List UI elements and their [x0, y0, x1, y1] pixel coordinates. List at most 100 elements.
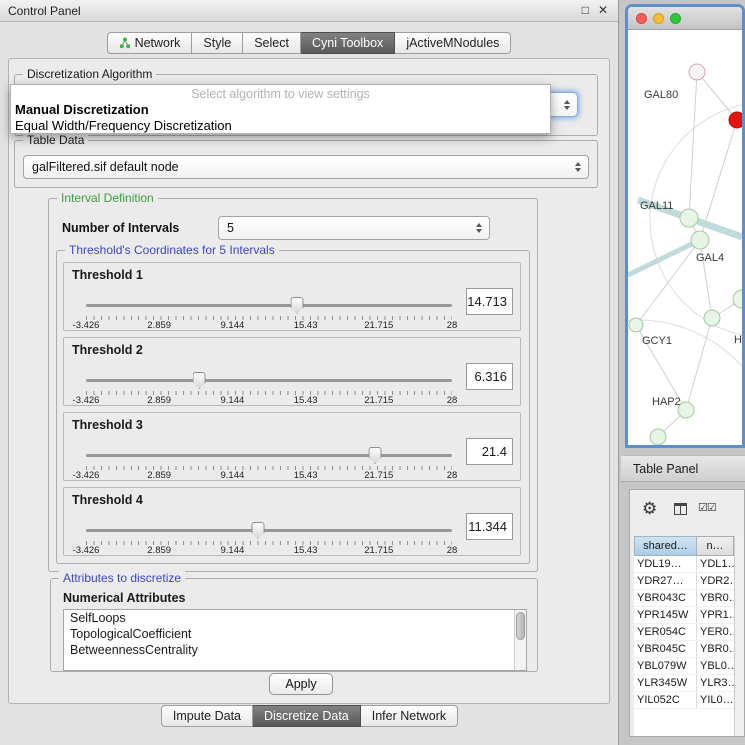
- tick-label: -3.426: [73, 320, 100, 331]
- threshold-value-field[interactable]: 6.316: [466, 363, 513, 390]
- table-row[interactable]: YER054CYER0…: [634, 624, 734, 641]
- tick-label: 21.715: [364, 470, 393, 481]
- attributes-group-label: Attributes to discretize: [59, 571, 185, 585]
- tick-label: 15.43: [294, 320, 318, 331]
- dropdown-item-equal-width-frequency[interactable]: Equal Width/Frequency Discretization: [11, 118, 550, 134]
- thresholds-group-label: Threshold's Coordinates for 5 Intervals: [65, 243, 279, 257]
- node[interactable]: [733, 290, 742, 308]
- table-row[interactable]: YBL079WYBL0…: [634, 658, 734, 675]
- selected-node[interactable]: [729, 112, 742, 128]
- tab-jactivemnodules[interactable]: jActiveMNodules: [395, 32, 511, 54]
- dropdown-item-manual-discretization[interactable]: Manual Discretization: [11, 102, 550, 118]
- tab-style[interactable]: Style: [192, 32, 243, 54]
- close-traffic-light[interactable]: [636, 13, 647, 24]
- threshold-slider[interactable]: [86, 297, 452, 314]
- edge[interactable]: [700, 120, 737, 240]
- table-row[interactable]: YPR145WYPR1…: [634, 607, 734, 624]
- threshold-label: Threshold 2: [72, 343, 143, 357]
- columns-icon[interactable]: [674, 503, 687, 515]
- network-view-window: GAL80 GAL11 GAL4 GCY1 HAP2 H: [625, 4, 745, 448]
- thick-edge[interactable]: [628, 240, 700, 275]
- number-of-intervals-select[interactable]: 5: [218, 216, 490, 240]
- table-row[interactable]: YDR27…YDR2…: [634, 573, 734, 590]
- window-title: Control Panel: [8, 4, 81, 18]
- tab-select[interactable]: Select: [243, 32, 301, 54]
- slider-thumb[interactable]: [252, 522, 265, 539]
- network-canvas[interactable]: GAL80 GAL11 GAL4 GCY1 HAP2 H: [628, 30, 742, 445]
- node[interactable]: [650, 429, 666, 445]
- edge[interactable]: [636, 240, 700, 325]
- tab-infer-network-label: Infer Network: [372, 709, 446, 723]
- top-tab-bar: Network Style Select Cyni Toolbox jActiv…: [0, 32, 618, 54]
- node-label: GAL4: [696, 252, 724, 264]
- threshold-slider[interactable]: [86, 372, 452, 389]
- edge[interactable]: [689, 72, 697, 218]
- gear-icon[interactable]: ⚙: [642, 500, 657, 517]
- select-columns-icon[interactable]: ☑☑: [698, 501, 716, 514]
- table-data-selected-value: galFiltered.sif default node: [32, 156, 179, 178]
- node-label: GAL11: [640, 200, 673, 212]
- tab-network[interactable]: Network: [107, 32, 193, 54]
- tab-discretize-data[interactable]: Discretize Data: [253, 705, 361, 727]
- control-panel-window: Control Panel □ ✕ Network Style Se: [0, 0, 619, 745]
- tab-infer-network[interactable]: Infer Network: [361, 705, 458, 727]
- list-item[interactable]: TopologicalCoefficient: [64, 626, 526, 642]
- tick-label: 9.144: [221, 470, 245, 481]
- tab-cyni-toolbox[interactable]: Cyni Toolbox: [301, 32, 395, 54]
- tick-label: 21.715: [364, 320, 393, 331]
- edge[interactable]: [697, 72, 737, 120]
- node-gal4[interactable]: [691, 231, 709, 249]
- dropdown-placeholder-item[interactable]: Select algorithm to view settings: [11, 87, 550, 102]
- table-row[interactable]: YIL052CYIL0…: [634, 692, 734, 709]
- table-row[interactable]: YBR045CYBR0…: [634, 641, 734, 658]
- algorithm-dropdown-popup: Select algorithm to view settings Manual…: [10, 84, 551, 134]
- numerical-attributes-list[interactable]: SelfLoopsTopologicalCoefficientBetweenne…: [63, 609, 527, 671]
- column-header-shared-name[interactable]: shared…: [634, 536, 697, 556]
- node-label: GAL80: [644, 89, 678, 101]
- table-scrollbar[interactable]: [734, 536, 744, 736]
- edge[interactable]: [686, 318, 712, 410]
- table-row[interactable]: YLR345WYLR3…: [634, 675, 734, 692]
- attributes-group: Attributes to discretize Numerical Attri…: [50, 578, 538, 672]
- tab-impute-data[interactable]: Impute Data: [161, 705, 253, 727]
- table-data-select[interactable]: galFiltered.sif default node: [23, 155, 589, 179]
- control-panel-titlebar: Control Panel □ ✕: [0, 0, 618, 22]
- table-data-group-label: Table Data: [23, 133, 88, 147]
- threshold-value-field[interactable]: 21.4: [466, 438, 513, 465]
- tick-label: 15.43: [294, 395, 318, 406]
- node-gal11[interactable]: [680, 209, 698, 227]
- node[interactable]: [704, 310, 720, 326]
- list-item[interactable]: BetweennessCentrality: [64, 642, 526, 658]
- node-gal80[interactable]: [689, 64, 705, 80]
- slider-track: [86, 304, 452, 307]
- apply-button[interactable]: Apply: [269, 673, 333, 695]
- table-row[interactable]: YDL19…YDL1…: [634, 556, 734, 573]
- scrollbar-thumb[interactable]: [516, 612, 525, 640]
- threshold-value-field[interactable]: 11.344: [466, 513, 513, 540]
- slider-thumb[interactable]: [291, 297, 304, 314]
- slider-thumb[interactable]: [193, 372, 206, 389]
- list-item[interactable]: SelfLoops: [64, 610, 526, 626]
- minimize-traffic-light[interactable]: [653, 13, 664, 24]
- slider-tick-labels: -3.4262.8599.14415.4321.71528: [86, 545, 452, 556]
- tick-label: 28: [447, 320, 458, 331]
- close-icon[interactable]: ✕: [598, 3, 608, 17]
- node-gcy1[interactable]: [629, 318, 643, 332]
- threshold-slider[interactable]: [86, 447, 452, 464]
- attributes-scrollbar[interactable]: [514, 610, 526, 670]
- tab-cyni-toolbox-label: Cyni Toolbox: [312, 36, 383, 50]
- threshold-slider[interactable]: [86, 522, 452, 539]
- minimize-icon[interactable]: □: [582, 3, 589, 17]
- zoom-traffic-light[interactable]: [670, 13, 681, 24]
- discretization-algorithm-group-label: Discretization Algorithm: [23, 67, 156, 81]
- column-header-name[interactable]: n…: [697, 536, 734, 556]
- table-row[interactable]: YBR043CYBR0…: [634, 590, 734, 607]
- tick-label: 2.859: [147, 545, 171, 556]
- network-window-titlebar: [628, 7, 742, 30]
- table-panel-window: ⚙ ☑☑ shared… n… YDL19…YDL1…YDR27…YDR2…YB…: [629, 489, 745, 737]
- interval-definition-group-label: Interval Definition: [57, 191, 158, 205]
- tick-label: 9.144: [221, 395, 245, 406]
- threshold-value-field[interactable]: 14.713: [466, 288, 513, 315]
- slider-thumb[interactable]: [369, 447, 382, 464]
- table-data-group: Table Data galFiltered.sif default node: [14, 140, 598, 188]
